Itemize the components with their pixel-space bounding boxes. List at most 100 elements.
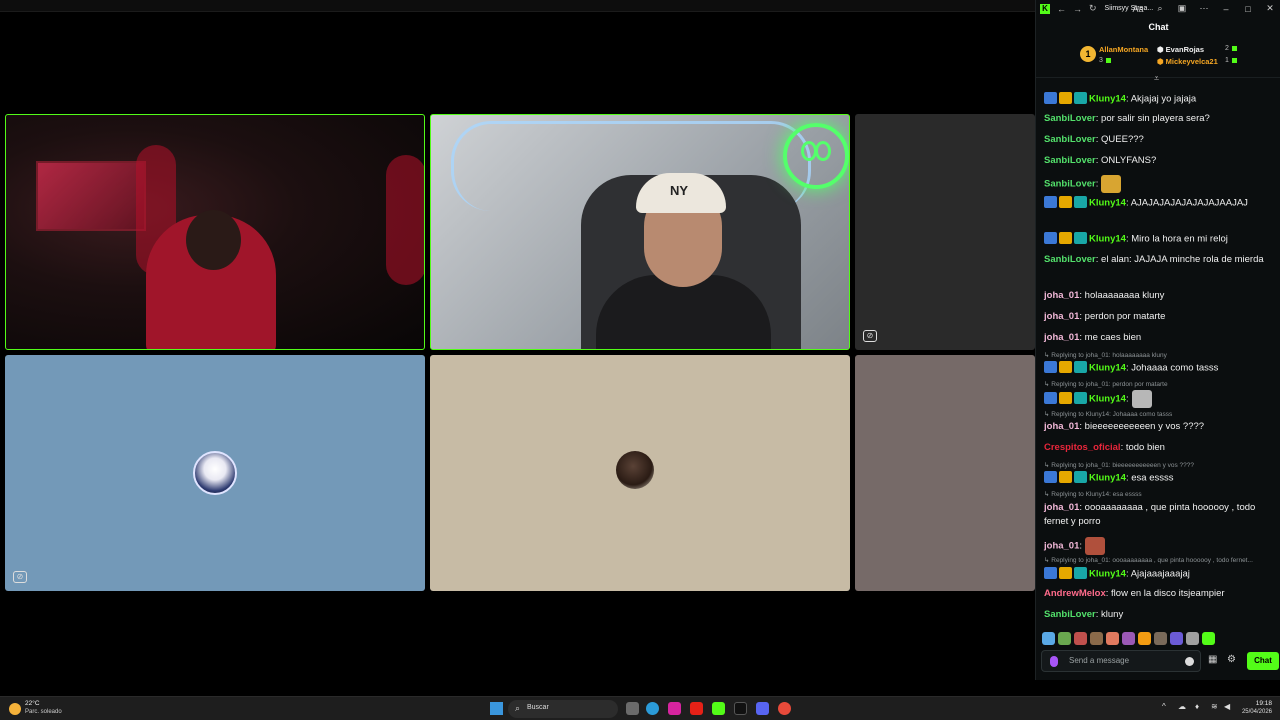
cloud-icon[interactable]: ☁ <box>1178 702 1186 711</box>
chat-message[interactable]: joha_01: perdon por matarte <box>1044 310 1274 324</box>
more-icon[interactable]: ⋯ <box>1193 3 1215 14</box>
forward-icon[interactable]: → <box>1073 4 1082 14</box>
subscriber-badge-icon[interactable] <box>1074 392 1087 405</box>
stream-video-area[interactable]: ⊘ ⊘ <box>0 0 1035 696</box>
chat-username[interactable]: SanbiLover <box>1044 609 1096 620</box>
gift-box-icon[interactable]: ▦ <box>1208 654 1217 665</box>
chat-username[interactable]: SanbiLover <box>1044 113 1096 124</box>
clock-date[interactable]: 25/04/2026 <box>1242 709 1272 715</box>
gifter-1-name[interactable]: AllanMontana <box>1099 45 1148 54</box>
founder-badge-icon[interactable] <box>1059 392 1072 405</box>
chat-username[interactable]: joha_01 <box>1044 311 1079 322</box>
chat-username[interactable]: joha_01 <box>1044 541 1079 552</box>
user-badges[interactable] <box>1044 232 1089 246</box>
emote-icon[interactable] <box>1122 632 1135 645</box>
chat-message[interactable]: Kluny14: <box>1044 390 1274 408</box>
user-badges[interactable] <box>1044 361 1089 375</box>
reply-context[interactable]: ↳ Replying to joha_01: oooaaaaaaaa , que… <box>1044 554 1274 568</box>
chat-message[interactable]: SanbiLover: QUEE??? <box>1044 133 1274 147</box>
screenshot-icon[interactable]: ▣ <box>1171 3 1193 14</box>
moderator-badge-icon[interactable] <box>1044 392 1057 405</box>
chat-username[interactable]: SanbiLover <box>1044 155 1096 166</box>
user-badges[interactable] <box>1044 567 1089 581</box>
chat-message[interactable]: SanbiLover: ONLYFANS? <box>1044 154 1274 168</box>
founder-badge-icon[interactable] <box>1059 196 1072 209</box>
moderator-badge-icon[interactable] <box>1044 361 1057 374</box>
chat-username[interactable]: joha_01 <box>1044 421 1079 432</box>
back-icon[interactable]: ← <box>1057 4 1066 14</box>
tiktok-icon[interactable] <box>734 702 747 715</box>
chat-username[interactable]: SanbiLover <box>1044 179 1096 190</box>
chat-message[interactable]: AndrewMelox: flow en la disco itsjeampie… <box>1044 587 1274 601</box>
subscriber-badge-icon[interactable] <box>1074 361 1087 374</box>
chat-message[interactable]: joha_01: me caes bien <box>1044 331 1274 345</box>
chat-message[interactable]: Kluny14: Miro la hora en mi reloj <box>1044 232 1274 247</box>
chat-message[interactable]: Kluny14: Ajajaaajaaajaj <box>1044 567 1274 582</box>
founder-badge-icon[interactable] <box>1059 471 1072 484</box>
subscriber-badge-icon[interactable] <box>1074 567 1087 580</box>
emoji-icon[interactable] <box>1185 657 1194 666</box>
instagram-icon[interactable] <box>668 702 681 715</box>
user-badges[interactable] <box>1044 392 1089 406</box>
maximize-icon[interactable]: □ <box>1237 4 1259 14</box>
task-view-icon[interactable] <box>626 702 639 715</box>
emote-icon[interactable] <box>1202 632 1215 645</box>
emote-icon[interactable] <box>1042 632 1055 645</box>
user-badges[interactable] <box>1044 471 1089 485</box>
moderator-badge-icon[interactable] <box>1044 471 1057 484</box>
video-tile-5[interactable] <box>430 355 850 591</box>
zoom-icon[interactable]: ⌕ <box>1149 3 1171 14</box>
mic-icon[interactable] <box>1050 656 1058 667</box>
weather-icon[interactable] <box>9 703 21 715</box>
chat-input[interactable]: Send a message <box>1041 650 1201 672</box>
founder-badge-icon[interactable] <box>1059 567 1072 580</box>
chat-username[interactable]: joha_01 <box>1044 502 1079 513</box>
emote-icon[interactable] <box>1138 632 1151 645</box>
chat-username[interactable]: Kluny14 <box>1089 394 1126 405</box>
chat-message[interactable]: SanbiLover: <box>1044 175 1274 193</box>
reload-icon[interactable]: ↻ <box>1089 3 1097 14</box>
emote-icon[interactable] <box>1106 632 1119 645</box>
chat-message[interactable]: joha_01: oooaaaaaaaa , que pinta hoooooy… <box>1044 501 1274 529</box>
chat-message[interactable]: SanbiLover: el alan: JAJAJA minche rola … <box>1044 253 1274 267</box>
video-tile-1[interactable] <box>5 114 425 350</box>
moderator-badge-icon[interactable] <box>1044 567 1057 580</box>
founder-badge-icon[interactable] <box>1059 361 1072 374</box>
subscriber-badge-icon[interactable] <box>1074 232 1087 245</box>
chat-username[interactable]: Kluny14 <box>1089 569 1126 580</box>
chat-username[interactable]: Kluny14 <box>1089 473 1126 484</box>
chat-username[interactable]: Kluny14 <box>1089 94 1126 105</box>
chat-message[interactable]: SanbiLover: kluny <box>1044 608 1274 622</box>
chat-username[interactable]: Kluny14 <box>1089 234 1126 245</box>
translate-icon[interactable]: Aa <box>1127 4 1149 14</box>
weather-desc[interactable]: Parc. soleado <box>25 709 62 715</box>
chat-message[interactable]: Kluny14: Akjajaj yo jajaja <box>1044 92 1274 107</box>
chevron-up-icon[interactable]: ^ <box>1162 702 1166 711</box>
emote-icon[interactable] <box>1058 632 1071 645</box>
chat-username[interactable]: joha_01 <box>1044 290 1079 301</box>
minimize-icon[interactable]: – <box>1215 4 1237 14</box>
chat-username[interactable]: Crespitos_oficial <box>1044 442 1121 453</box>
chat-message[interactable]: Kluny14: AJAJAJAJAJAJAJAJAAJAJ <box>1044 196 1274 211</box>
video-tile-3[interactable]: ⊘ <box>855 114 1035 350</box>
chat-message[interactable]: Kluny14: esa essss <box>1044 471 1274 486</box>
edge-icon[interactable] <box>646 702 659 715</box>
weather-temp[interactable]: 22°C <box>25 700 40 707</box>
mic-tray-icon[interactable]: ♦ <box>1195 702 1199 711</box>
user-badges[interactable] <box>1044 92 1089 106</box>
user-badges[interactable] <box>1044 196 1089 210</box>
expand-icon[interactable]: ⩡ <box>1154 73 1159 84</box>
gifter-2-name[interactable]: ⬢ EvanRojas <box>1157 45 1204 54</box>
emote-icon[interactable] <box>1074 632 1087 645</box>
start-button[interactable] <box>490 702 503 715</box>
chat-message[interactable]: Crespitos_oficial: todo bien <box>1044 441 1274 455</box>
emote-icon[interactable] <box>1154 632 1167 645</box>
youtube-icon[interactable] <box>690 702 703 715</box>
chat-message[interactable]: Kluny14: Johaaaa como tasss <box>1044 361 1274 376</box>
chat-username[interactable]: AndrewMelox <box>1044 588 1106 599</box>
chat-username[interactable]: Kluny14 <box>1089 198 1126 209</box>
chat-input-placeholder[interactable]: Send a message <box>1069 656 1129 665</box>
subscriber-badge-icon[interactable] <box>1074 92 1087 105</box>
chat-username[interactable]: joha_01 <box>1044 332 1079 343</box>
gifter-3-name[interactable]: ⬢ Mickeyvelca21 <box>1157 57 1218 66</box>
